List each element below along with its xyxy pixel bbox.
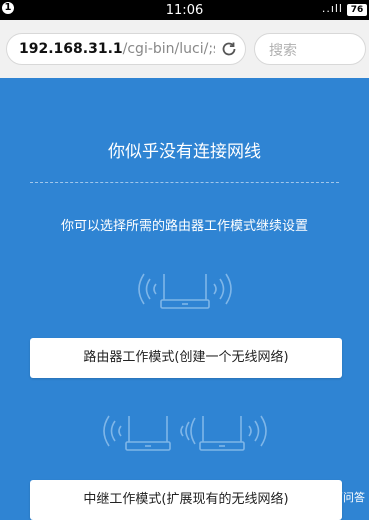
reload-icon[interactable] — [219, 39, 239, 59]
url-path: /cgi-bin/luci/;s — [122, 41, 215, 57]
router-wifi-icon — [138, 273, 232, 309]
page-title: 你似乎没有连接网线 — [108, 142, 261, 162]
watermark: 上百问答 — [304, 489, 365, 505]
battery-icon: 76 — [347, 4, 367, 16]
page-subtitle: 你可以选择所需的路由器工作模式继续设置 — [60, 219, 308, 234]
divider — [30, 182, 339, 183]
search-input[interactable]: 搜索 — [254, 33, 366, 65]
address-url[interactable]: 192.168.31.1/cgi-bin/luci/;s — [19, 41, 215, 57]
address-bar[interactable]: 192.168.31.1/cgi-bin/luci/;s — [6, 33, 246, 65]
watermark-text: 上百问答 — [321, 491, 365, 504]
setup-page: 你似乎没有连接网线 你可以选择所需的路由器工作模式继续设置 路由器工作模式(创建… — [0, 78, 369, 520]
status-bar: 1 11:06 ..ıll 76 — [0, 0, 369, 20]
repeater-wifi-icon — [103, 415, 267, 451]
signal-icon: ..ıll — [321, 2, 343, 15]
router-mode-button[interactable]: 路由器工作模式(创建一个无线网络) — [30, 338, 342, 378]
watermark-logo-icon — [304, 490, 318, 504]
browser-toolbar: 192.168.31.1/cgi-bin/luci/;s 搜索 — [0, 20, 369, 78]
status-time: 11:06 — [165, 3, 204, 18]
repeater-mode-button[interactable]: 中继工作模式(扩展现有的无线网络) — [30, 480, 342, 520]
url-host: 192.168.31.1 — [19, 41, 123, 57]
